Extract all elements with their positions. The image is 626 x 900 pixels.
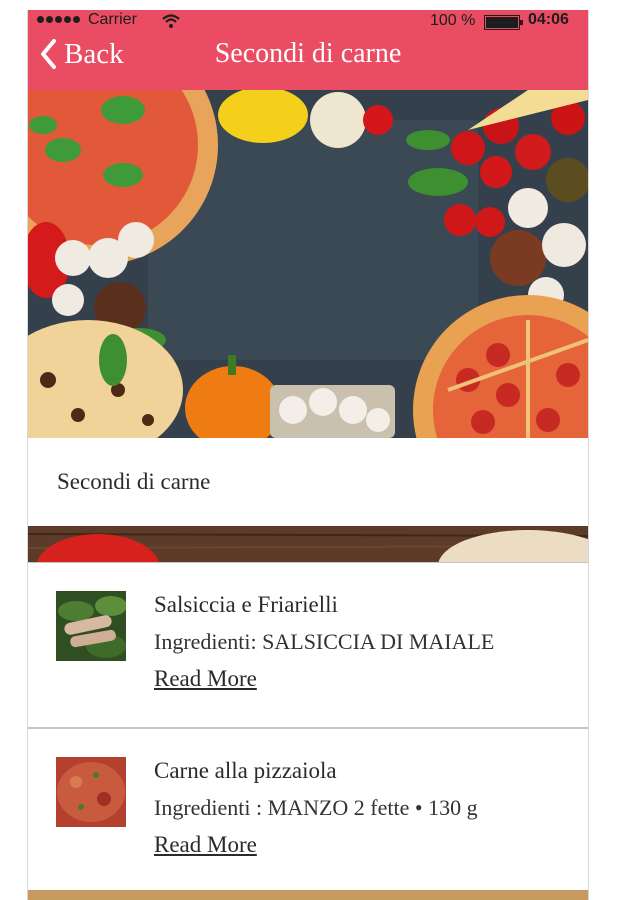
section-title: Secondi di carne [57,469,211,494]
section-header: Secondi di carne [28,438,588,526]
navigation-bar: Carrier 100 % 04:06 Back Secondi di carn… [28,10,588,90]
read-more-link[interactable]: Read More [154,666,257,692]
item-title: Carne alla pizzaiola [154,758,337,783]
phone-screen: Carrier 100 % 04:06 Back Secondi di carn… [27,10,589,900]
page-title: Secondi di carne [214,38,402,69]
battery-icon [484,15,523,30]
item-title: Salsiccia e Friarielli [154,592,338,617]
hero-food-image [28,90,588,438]
item-thumbnail [56,757,126,827]
item-ingredients: Ingredienti : MANZO 2 fette • 130 g [154,795,478,820]
background-food-image [28,890,588,900]
carrier-label: Carrier [88,11,137,28]
battery-percentage: 100 % [430,12,476,29]
item-ingredients: Ingredienti: SALSICCIA DI MAIALE [154,629,495,654]
read-more-link[interactable]: Read More [154,832,257,858]
status-bar: Carrier 100 % 04:06 [28,10,588,34]
list-item[interactable]: Salsiccia e Friarielli Ingredienti: SALS… [28,562,588,728]
background-wood-image [28,526,588,562]
item-thumbnail [56,591,126,661]
status-time: 04:06 [528,11,569,28]
list-item[interactable]: Carne alla pizzaiola Ingredienti : MANZO… [28,728,588,894]
signal-icon [37,16,80,23]
wifi-icon [162,14,180,28]
